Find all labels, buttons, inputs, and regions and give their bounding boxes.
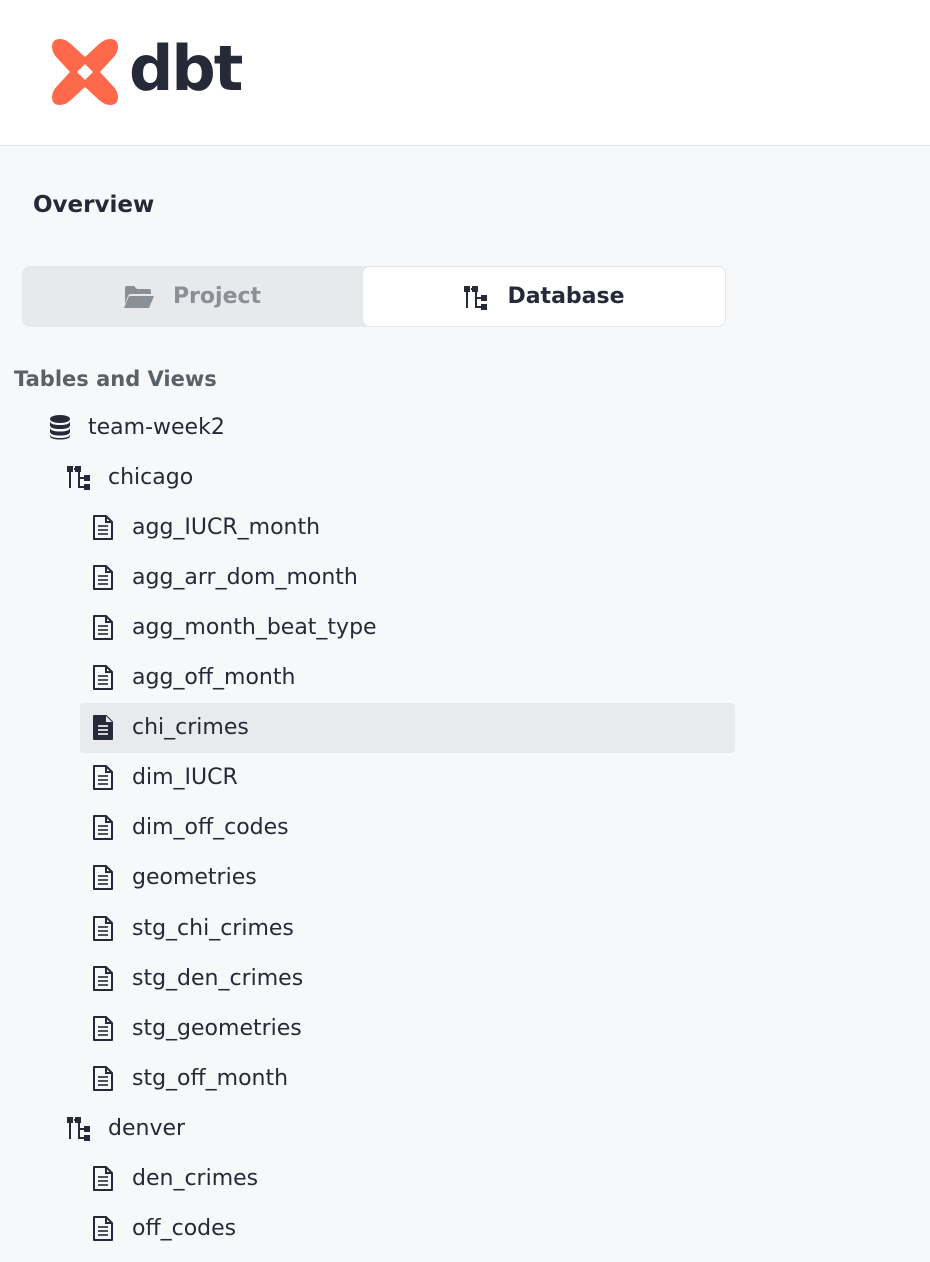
file-outline-icon bbox=[93, 765, 113, 791]
tree-item-schema-label: chicago bbox=[108, 464, 194, 490]
tree-item-table-label: stg_den_crimes bbox=[132, 965, 304, 991]
tree-item-table[interactable]: den_crimes bbox=[80, 1154, 735, 1204]
tree-item-table-label: geometries bbox=[132, 865, 257, 891]
database-icon bbox=[50, 415, 70, 440]
file-outline-icon bbox=[93, 564, 113, 590]
tree-item-table[interactable]: agg_IUCR_month bbox=[80, 502, 735, 552]
tree-item-table-label: stg_geometries bbox=[132, 1015, 302, 1041]
tree-item-table-label: agg_off_month bbox=[132, 665, 296, 690]
tree-item-table-label: chi_crimes bbox=[132, 715, 249, 741]
file-outline-icon bbox=[93, 1065, 113, 1091]
tree-item-table[interactable]: stg_chi_crimes bbox=[80, 903, 735, 953]
tab-database[interactable]: Database bbox=[362, 266, 726, 327]
tree-item-table[interactable]: agg_month_beat_type bbox=[80, 602, 735, 652]
file-outline-icon bbox=[93, 865, 113, 891]
tree-item-table-label: agg_month_beat_type bbox=[132, 614, 377, 640]
tree-item-table-label: stg_off_month bbox=[132, 1065, 289, 1091]
tree-item-table[interactable]: dim_IUCR bbox=[80, 753, 735, 803]
tables-and-views-heading: Tables and Views bbox=[14, 367, 217, 391]
app-header: dbt bbox=[0, 0, 930, 146]
tree-item-table[interactable]: chi_crimes bbox=[80, 702, 735, 753]
tree-item-table[interactable]: stg_den_crimes bbox=[80, 953, 735, 1003]
tree-item-table[interactable]: stg_geometries bbox=[80, 1003, 735, 1053]
tree-item-table[interactable]: agg_arr_dom_month bbox=[80, 552, 735, 602]
schema-tree-icon bbox=[464, 285, 488, 310]
file-outline-icon bbox=[93, 915, 113, 941]
file-outline-icon bbox=[93, 815, 113, 841]
tree-item-table[interactable]: dim_off_codes bbox=[80, 803, 735, 853]
tree-item-table-label: den_crimes bbox=[132, 1166, 259, 1191]
tree-item-schema[interactable]: denver bbox=[66, 1103, 736, 1153]
tree-item-table[interactable]: geometries bbox=[80, 853, 735, 903]
tab-database-label: Database bbox=[507, 284, 625, 309]
project-database-switcher: Project Database bbox=[22, 266, 726, 327]
tree-item-table-label: dim_off_codes bbox=[132, 815, 289, 841]
tree-item-table-label: agg_IUCR_month bbox=[132, 514, 321, 540]
tree-item-table[interactable]: agg_off_month bbox=[80, 653, 735, 703]
tree-item-schema-label: denver bbox=[108, 1115, 186, 1141]
tree-item-database[interactable]: team-week2 bbox=[46, 402, 736, 452]
tree-item-table-label: off_codes bbox=[132, 1216, 237, 1242]
schema-tree-icon bbox=[67, 466, 90, 491]
tab-project[interactable]: Project bbox=[22, 266, 362, 327]
file-outline-icon bbox=[93, 514, 113, 540]
tree-item-table-label: stg_chi_crimes bbox=[132, 915, 294, 941]
dbt-logo[interactable]: dbt bbox=[50, 32, 243, 107]
tree-item-table-label: dim_IUCR bbox=[132, 765, 238, 791]
file-outline-icon bbox=[93, 965, 113, 991]
dbt-logo-text: dbt bbox=[129, 32, 243, 105]
file-outline-icon bbox=[93, 614, 113, 640]
dbt-logo-mark-icon bbox=[52, 39, 118, 105]
file-outline-icon bbox=[93, 665, 113, 690]
file-outline-icon bbox=[93, 1166, 113, 1191]
file-outline-icon bbox=[93, 1015, 113, 1041]
file-outline-icon bbox=[93, 1216, 113, 1242]
tree-item-database-label: team-week2 bbox=[88, 414, 225, 440]
tree-item-table[interactable]: stg_off_month bbox=[80, 1053, 735, 1103]
overview-title: Overview bbox=[33, 192, 155, 218]
tree-item-schema[interactable]: chicago bbox=[66, 452, 736, 502]
folder-open-icon bbox=[123, 285, 154, 308]
tab-project-label: Project bbox=[172, 284, 262, 309]
schema-tree-icon bbox=[67, 1117, 90, 1142]
tree-item-table-label: agg_arr_dom_month bbox=[132, 564, 358, 590]
tree-item-table[interactable]: off_codes bbox=[80, 1204, 735, 1254]
file-solid-icon bbox=[93, 715, 113, 741]
